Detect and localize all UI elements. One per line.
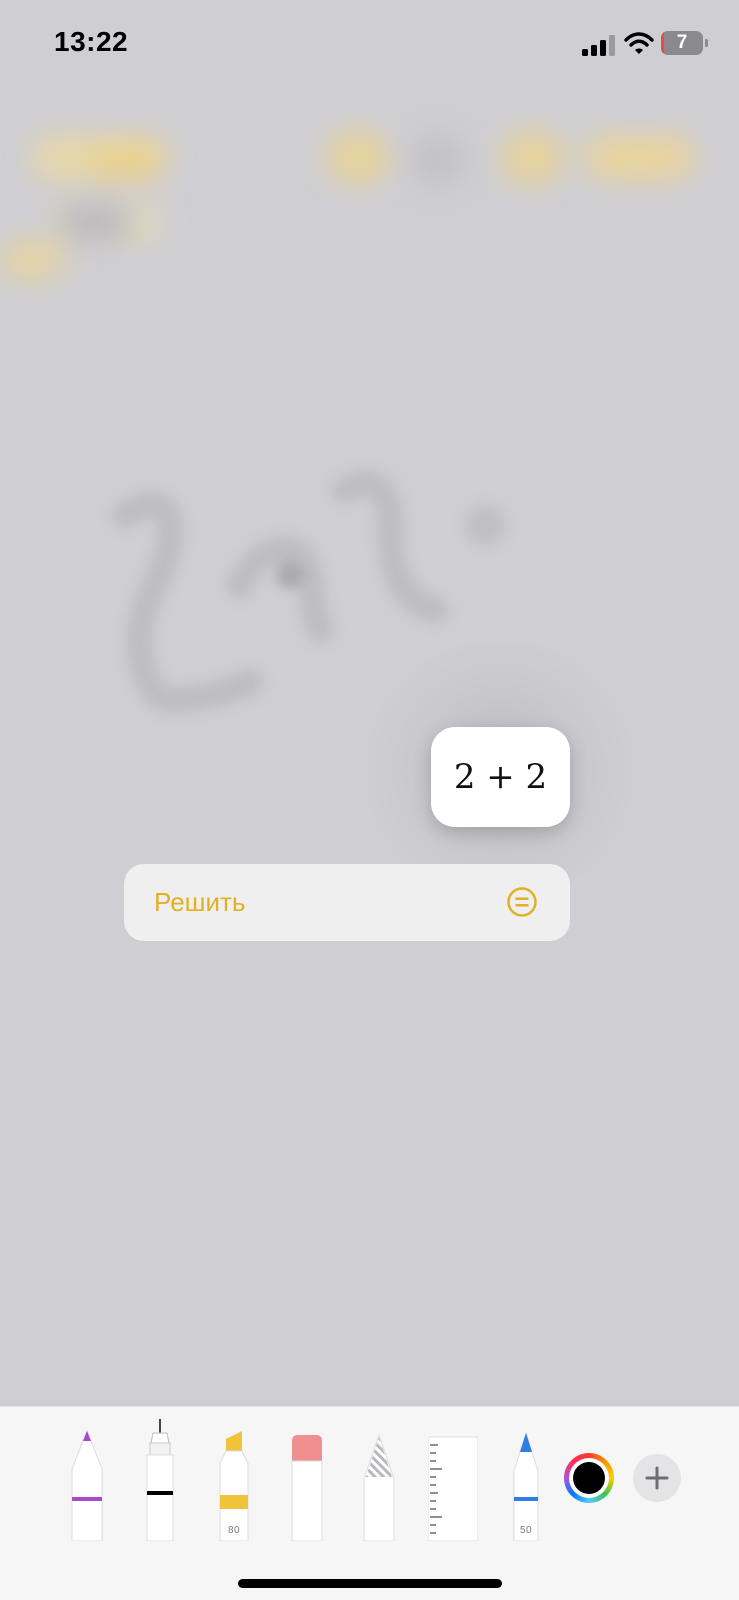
- pencil-tool[interactable]: 50: [501, 1407, 551, 1541]
- home-indicator-area: [0, 1541, 739, 1600]
- monoline-icon: [146, 1419, 174, 1541]
- solve-menu-item[interactable]: Решить: [124, 864, 570, 941]
- selected-color-swatch: [573, 1462, 605, 1494]
- home-indicator[interactable]: [238, 1579, 502, 1588]
- battery-icon: 7: [661, 31, 709, 57]
- equals-circle-icon: [507, 887, 537, 917]
- equation-text: 2 + 2: [453, 757, 548, 797]
- pencil-opacity: 50: [519, 1525, 533, 1536]
- monoline-tool[interactable]: [135, 1407, 185, 1541]
- lasso-icon: [363, 1433, 395, 1541]
- color-picker-button[interactable]: [564, 1453, 614, 1503]
- eraser-icon: [291, 1435, 323, 1541]
- cellular-signal-icon: [582, 35, 615, 56]
- highlighter-tool[interactable]: 80: [209, 1407, 259, 1541]
- lasso-tool[interactable]: [354, 1407, 404, 1541]
- solve-label: Решить: [154, 887, 246, 917]
- pencil-icon: [513, 1431, 539, 1541]
- highlighter-opacity: 80: [227, 1525, 241, 1536]
- pen-tool[interactable]: [62, 1407, 112, 1541]
- highlighter-icon: [219, 1431, 249, 1541]
- plus-icon: [645, 1466, 669, 1490]
- status-bar: 13:22 7: [0, 0, 739, 90]
- ruler-icon: [428, 1436, 478, 1541]
- equation-chip[interactable]: 2 + 2: [431, 727, 570, 827]
- ruler-tool[interactable]: [428, 1407, 478, 1541]
- eraser-tool[interactable]: [282, 1407, 332, 1541]
- battery-level: 7: [676, 32, 688, 53]
- drawing-toolbar: 80 50: [0, 1406, 739, 1542]
- add-tool-button[interactable]: [633, 1454, 681, 1502]
- status-time: 13:22: [54, 26, 129, 57]
- wifi-icon: [624, 32, 654, 54]
- pen-icon: [71, 1429, 103, 1541]
